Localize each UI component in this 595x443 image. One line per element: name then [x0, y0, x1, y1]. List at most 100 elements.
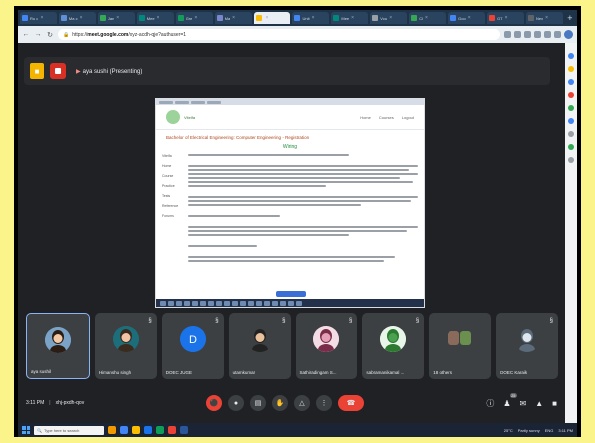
tab-favicon-icon — [411, 15, 418, 21]
shared-nav-item: Practice — [162, 184, 175, 188]
browser-tab[interactable]: Ma × — [214, 12, 252, 24]
tab-close-icon[interactable]: × — [157, 15, 160, 21]
tab-close-icon[interactable]: × — [266, 15, 269, 21]
tab-close-icon[interactable]: × — [312, 15, 315, 21]
people-icon[interactable]: ♟ 25 — [503, 392, 517, 408]
present-screen-icon[interactable]: △ — [294, 395, 310, 411]
taskbar-app-icon[interactable] — [120, 426, 128, 434]
browser-tab[interactable]: Mee × — [331, 12, 369, 24]
tab-close-icon[interactable]: × — [425, 15, 428, 21]
lock-icon: 🔒 — [63, 31, 70, 38]
browser-tab[interactable]: Ru o × — [20, 12, 57, 24]
side-panel-icon[interactable] — [568, 157, 574, 163]
participant-avatar — [380, 326, 407, 352]
side-panel-icon[interactable] — [568, 53, 574, 59]
extension-icon[interactable] — [554, 31, 561, 38]
browser-tab[interactable]: Vcu × — [370, 12, 408, 24]
taskbar-app-icon[interactable] — [144, 426, 152, 434]
side-panel-icon[interactable] — [568, 92, 574, 98]
participant-tile[interactable]: D § DOEC JUGE — [161, 313, 224, 379]
participant-tile[interactable]: § Sathiradingam S... — [295, 313, 358, 379]
back-icon[interactable]: ← — [22, 31, 30, 38]
reload-icon[interactable]: ↻ — [46, 31, 54, 39]
extension-icon[interactable] — [514, 31, 521, 38]
side-panel-icon[interactable] — [568, 105, 574, 111]
forward-icon[interactable]: → — [34, 31, 42, 38]
browser-tab[interactable]: Ma c × — [58, 12, 96, 24]
muted-mic-icon: § — [549, 318, 553, 324]
slides-icon[interactable]: ■ — [30, 63, 44, 79]
tab-close-icon[interactable]: × — [468, 15, 471, 21]
tab-close-icon[interactable]: × — [505, 15, 508, 21]
taskbar-app-icon[interactable] — [168, 426, 176, 434]
extension-icon[interactable] — [544, 31, 551, 38]
tab-close-icon[interactable]: × — [194, 15, 197, 21]
taskbar-app-icon[interactable] — [156, 426, 164, 434]
participant-avatar — [514, 326, 541, 352]
tab-close-icon[interactable]: × — [116, 15, 119, 21]
participant-tile[interactable]: § sabramanikamal ... — [362, 313, 425, 379]
browser-tab[interactable]: Jan × — [97, 12, 135, 24]
side-panel-icon[interactable] — [568, 144, 574, 150]
weather-temp[interactable]: 25°C — [504, 428, 513, 433]
windows-taskbar: 🔍 Type here to search 25°C Partly sunny … — [18, 423, 577, 437]
taskbar-app-icon[interactable] — [108, 426, 116, 434]
side-panel-icon[interactable] — [568, 66, 574, 72]
captions-icon[interactable]: ▤ — [250, 395, 266, 411]
stop-presenting-icon[interactable] — [50, 63, 66, 79]
tab-close-icon[interactable]: × — [389, 15, 392, 21]
extension-icon[interactable] — [524, 31, 531, 38]
camera-icon[interactable]: ● — [228, 395, 244, 411]
browser-toolbar: ← → ↻ 🔒 https://meet.google.com/xyz-acdh… — [18, 26, 577, 43]
tab-close-icon[interactable]: × — [351, 15, 354, 21]
browser-tab[interactable]: × — [253, 12, 291, 24]
end-call-button[interactable]: ☎ — [338, 395, 364, 411]
microphone-off-icon[interactable]: ⚫ — [206, 395, 222, 411]
raise-hand-icon[interactable]: ✋ — [272, 395, 288, 411]
text-line — [188, 165, 418, 168]
participant-tile[interactable]: § utamkumar — [228, 313, 291, 379]
address-bar[interactable]: 🔒 https://meet.google.com/xyz-acdh-qje?a… — [58, 29, 500, 40]
info-icon[interactable]: ⓘ — [486, 398, 494, 409]
side-panel-icon[interactable] — [568, 79, 574, 85]
tab-close-icon[interactable]: × — [232, 15, 235, 21]
language-indicator[interactable]: ENG — [545, 428, 554, 433]
taskbar-app-icon[interactable] — [180, 426, 188, 434]
extension-icon[interactable] — [534, 31, 541, 38]
browser-tab[interactable]: Cl × — [409, 12, 447, 24]
more-options-icon[interactable]: ⋮ — [316, 395, 332, 411]
side-panel-icon[interactable] — [568, 118, 574, 124]
tab-close-icon[interactable]: × — [40, 15, 43, 21]
tab-close-icon[interactable]: × — [545, 15, 548, 21]
taskbar-app-icon[interactable] — [132, 426, 140, 434]
participant-tile[interactable]: § DOEC Karaik — [496, 313, 558, 379]
text-line — [188, 200, 412, 202]
taskbar-search-box[interactable]: 🔍 Type here to search — [34, 425, 104, 435]
tab-label: GT — [497, 15, 503, 21]
browser-tab[interactable]: Gre × — [175, 12, 213, 24]
text-line — [188, 154, 349, 156]
chat-icon[interactable]: ✉ — [520, 399, 527, 408]
new-tab-button[interactable]: + — [565, 12, 575, 24]
browser-tab[interactable]: Mee × — [136, 12, 174, 24]
shared-link-logout: Logout — [401, 114, 414, 120]
tab-label: Ru o — [30, 15, 39, 21]
participant-tile[interactable]: aya sushil — [26, 313, 90, 379]
side-panel-icon[interactable] — [568, 131, 574, 137]
participant-tile[interactable]: § Himanshu singh — [94, 313, 157, 379]
participant-name: 18 others — [433, 370, 453, 375]
browser-tab[interactable]: Nex × — [525, 12, 563, 24]
browser-tab[interactable]: GT × — [487, 12, 524, 24]
lock-host-icon[interactable]: ■ — [552, 399, 557, 408]
extension-icon[interactable] — [504, 31, 511, 38]
activities-icon[interactable]: ▲ — [535, 399, 543, 408]
tab-close-icon[interactable]: × — [80, 15, 83, 21]
clock[interactable]: 3:11 PM — [558, 428, 573, 433]
browser-tab[interactable]: Goo × — [448, 12, 486, 24]
side-controls: ⓘ ♟ 25 ✉ ▲ ■ — [486, 392, 557, 409]
shared-taskbar-icon — [224, 300, 230, 306]
windows-start-icon[interactable] — [22, 426, 30, 434]
browser-tab[interactable]: Unit × — [292, 12, 330, 24]
participant-tile[interactable]: 18 others — [429, 313, 492, 379]
profile-avatar[interactable] — [564, 30, 573, 39]
